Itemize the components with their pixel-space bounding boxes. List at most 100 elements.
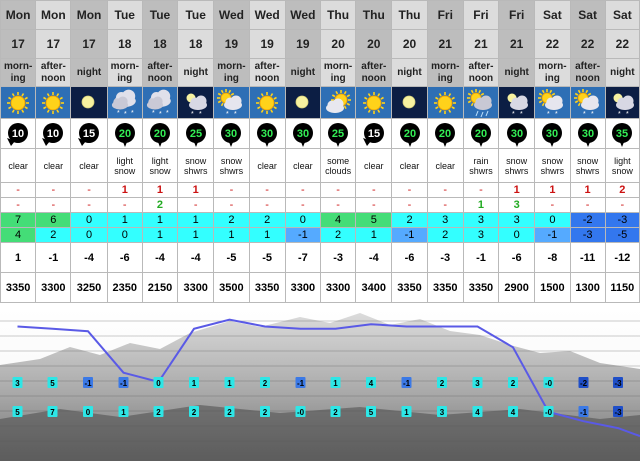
condition-cell: clear [284,148,321,183]
temp-max-cell: 7 [0,212,37,228]
precip-cell: 1 [177,182,215,198]
precip-cell: 1 [462,197,500,213]
weather-icon-cell: * * [213,86,250,119]
feels-like-cell: -3 [426,242,464,273]
temp-min-cell: 2 [35,227,72,243]
wind-arrow-icon: 30 [292,122,313,147]
weather-icon-cell [0,86,37,119]
temp-min-cell: -1 [391,227,428,243]
wind-speed: 30 [225,128,237,140]
temperature-chip-label: 1 [404,408,409,417]
freezing-level-row: 3350 3300 3250 2350 2150 3300 3500 3350 3300 3300… [0,272,640,303]
wind-speed: 30 [511,128,523,140]
wind-cell: 30 [284,118,321,149]
temp-min-row: 4 2 0 0 1 1 1 1 -1 2 1 -1 2 3 0 -1 -3 -5 [0,227,640,243]
sun-cloud-icon [326,89,352,113]
precip-cell: - [70,182,108,198]
wind-speed: 30 [261,128,273,140]
day-cell: Mon [70,0,108,30]
svg-text:*: * [512,111,515,118]
freezing-level-cell: 3500 [213,272,250,303]
wind-speed: 20 [439,128,451,140]
feels-like-cell: -5 [213,242,250,273]
precip-cell: - [70,197,108,213]
freezing-level-cell: 3350 [391,272,428,303]
precip-cell: 1 [141,182,179,198]
temperature-chip: 2 [224,406,235,417]
wind-cell: 30 [248,118,286,149]
precip-cell: - [355,182,393,198]
precip-cell: 2 [141,197,179,213]
temp-max-cell: 2 [213,212,250,228]
wind-cell: 15 [70,118,108,149]
wind-arrow-icon: 30 [506,122,527,147]
day-cell: Tue [106,0,143,30]
period-cell: night [391,58,428,87]
precip-cell: 1 [498,182,536,198]
condition-cell: snow shwrs [177,148,215,183]
wind-arrow-icon: 20 [399,122,420,147]
freezing-level-cell: 3250 [70,272,108,303]
temperature-chip-label: 1 [121,408,126,417]
wind-arrow-icon: 20 [114,122,135,147]
feels-like-cell: -6 [498,242,536,273]
temperature-chip: 1 [330,377,341,388]
temperature-chip-label: 3 [440,408,445,417]
weather-icon-cell [35,86,72,119]
wind-arrow-icon: 20 [470,122,491,147]
temperature-chip-label: 2 [511,379,516,388]
temperature-chip: 2 [330,406,341,417]
freezing-level-cell: 2350 [106,272,143,303]
temperature-chip-label: 4 [475,408,480,417]
sun-icon [7,91,30,114]
period-cell: morn-ing [213,58,250,87]
period-cell: after-noon [569,58,606,87]
precip-cell: - [248,197,286,213]
temperature-chip-label: 1 [192,379,197,388]
sun-icon [256,91,279,114]
wind-arrow-icon: 25 [185,122,206,147]
feels-like-cell: -1 [462,242,500,273]
feels-like-cell: -3 [319,242,357,273]
temperature-chip-label: -1 [580,408,588,417]
temperature-chip-label: 2 [192,408,197,417]
weather-icon-cell [284,86,321,119]
forecast-widget: Mon Mon Mon Tue Tue Tue Wed Wed Wed Thu Thu Thu Fri F… [0,0,640,461]
condition-cell: snow shwrs [534,148,571,183]
svg-text:*: * [234,111,237,118]
wind-speed: 35 [616,128,628,140]
temperature-chip: 5 [366,406,376,417]
temperature-chip: -3 [613,377,623,388]
day-cell: Sat [534,0,571,30]
day-row: Mon Mon Mon Tue Tue Tue Wed Wed Wed Thu Thu Thu Fri F… [0,0,640,30]
precip-cell: - [248,182,286,198]
condition-row: clear clear clear light snow light snow snow shw… [0,148,640,183]
temperature-chip: 2 [189,406,199,417]
weather-icon-cell: * * * [106,86,143,119]
condition-cell: clear [426,148,464,183]
temperature-chip: 3 [12,377,23,388]
period-cell: after-noon [462,58,500,87]
svg-text:*: * [520,111,523,118]
date-row: 17 17 17 18 18 18 19 19 19 20 20 20 21 21 21 22 22 22 [0,29,640,59]
date-cell: 22 [569,29,606,59]
temperature-chip: 1 [224,377,235,388]
condition-cell: snow shwrs [498,148,536,183]
period-cell: after-noon [355,58,393,87]
temperature-chip-label: 5 [50,379,55,388]
precip-cell: 1 [106,182,143,198]
temperature-chip-label: 4 [369,379,374,388]
condition-cell: snow shwrs [569,148,606,183]
temp-max-cell: 3 [426,212,464,228]
condition-cell: clear [35,148,72,183]
feels-like-cell: -6 [391,242,428,273]
wind-cell: 20 [426,118,464,149]
freezing-level-cell: 1300 [569,272,606,303]
temperature-chip: 2 [508,377,518,388]
wind-speed: 10 [47,128,59,140]
wind-arrow-icon: 20 [149,122,170,147]
wind-arrow-icon: 15 [362,122,384,146]
svg-text:*: * [626,111,629,118]
freezing-level-cell: 3400 [355,272,393,303]
temperature-chip: 3 [472,377,483,388]
